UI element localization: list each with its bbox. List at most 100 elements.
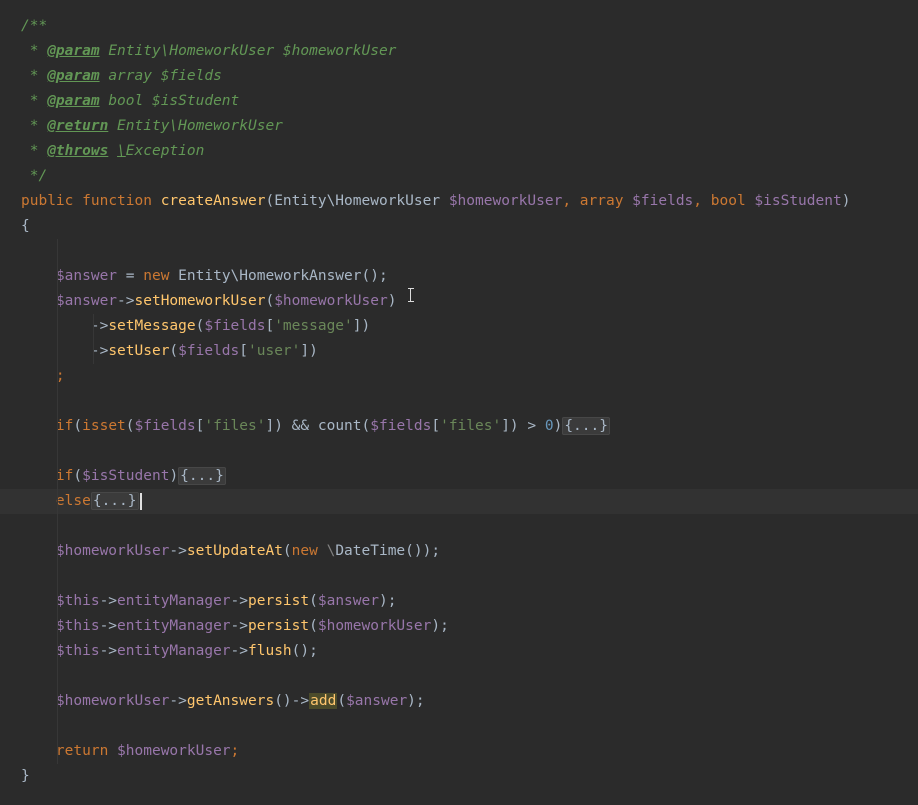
code-line[interactable]: $this->entityManager->persist($homeworkU… [0, 614, 918, 639]
code-line[interactable]: { [0, 214, 918, 239]
paren: ( [73, 468, 83, 484]
code-line-empty[interactable] [0, 664, 918, 689]
arrow: -> [169, 543, 187, 559]
code-line-empty[interactable] [0, 439, 918, 464]
code-line[interactable]: * @param bool $isStudent [0, 89, 918, 114]
paren: ()); [405, 543, 441, 559]
kw-public: public [21, 193, 74, 209]
doc-param-text: bool $isStudent [99, 93, 240, 109]
bracket: [ [239, 343, 248, 359]
paren: ) [387, 293, 397, 309]
code-line[interactable]: * @param Entity\HomeworkUser $homeworkUs… [0, 39, 918, 64]
code-editor[interactable]: /** * @param Entity\HomeworkUser $homewo… [0, 14, 918, 789]
indent-guide [57, 389, 58, 414]
variable: $answer [55, 268, 118, 284]
code-line[interactable]: /** [0, 14, 918, 39]
kw-else: else [55, 493, 91, 509]
code-line[interactable]: * @param array $fields [0, 64, 918, 89]
variable: $homeworkUser [55, 693, 170, 709]
variable: $fields [204, 318, 266, 334]
arrow: -> [230, 593, 249, 609]
code-line-empty[interactable] [0, 389, 918, 414]
code-line[interactable]: return $homeworkUser; [0, 739, 918, 764]
class-name: DateTime [335, 543, 406, 559]
doc-param-text: array $fields [99, 68, 222, 84]
code-line-current[interactable]: else {...} [0, 489, 918, 514]
paren: ) [841, 193, 851, 209]
bracket: ]) [300, 343, 318, 359]
doc-close: */ [21, 168, 48, 184]
property: entityManager [117, 643, 231, 659]
code-line[interactable]: * @throws \Exception [0, 139, 918, 164]
number: 0 [544, 418, 554, 434]
doc-star: * [21, 68, 48, 84]
bracket: ]) [352, 318, 371, 334]
folded-region[interactable]: {...} [90, 492, 139, 510]
indent-guide [57, 239, 58, 264]
method: setUpdateAt [186, 543, 283, 559]
code-line-empty[interactable] [0, 564, 918, 589]
code-line[interactable]: */ [0, 164, 918, 189]
class-name: Entity\HomeworkAnswer(); [169, 268, 388, 284]
paren: ( [361, 418, 371, 434]
variable: $fields [178, 343, 240, 359]
code-line[interactable]: } [0, 764, 918, 789]
code-line[interactable]: $homeworkUser->getAnswers()->add($answer… [0, 689, 918, 714]
doc-star: * [21, 93, 48, 109]
property: entityManager [117, 593, 231, 609]
kw-new: new [291, 543, 318, 559]
comma: , [693, 193, 711, 209]
doc-param-text: Entity\HomeworkUser $homeworkUser [99, 43, 397, 59]
text-caret [139, 492, 142, 510]
comma: , [562, 193, 580, 209]
arrow: -> [99, 643, 118, 659]
namespace-slash: \ [317, 543, 336, 559]
code-line-empty[interactable] [0, 514, 918, 539]
doc-open: /** [21, 18, 48, 34]
doc-return-tag: @return [47, 118, 109, 134]
param-type: bool [710, 193, 746, 209]
arrow: -> [169, 693, 187, 709]
code-line[interactable]: * @return Entity\HomeworkUser [0, 114, 918, 139]
code-line-signature[interactable]: public function createAnswer(Entity\Home… [0, 189, 918, 214]
string: 'files' [440, 418, 502, 434]
code-line[interactable]: ->setUser($fields['user']) [0, 339, 918, 364]
code-line[interactable]: $answer = new Entity\HomeworkAnswer(); [0, 264, 918, 289]
indent-guide [57, 664, 58, 689]
code-line[interactable]: ; [0, 364, 918, 389]
code-line[interactable]: if(isset($fields['files']) && count($fie… [0, 414, 918, 439]
folded-region[interactable]: {...} [178, 467, 226, 485]
method: persist [248, 593, 310, 609]
code-line[interactable]: $homeworkUser->setUpdateAt(new \DateTime… [0, 539, 918, 564]
code-line[interactable]: ->setMessage($fields['message']) [0, 314, 918, 339]
code-line[interactable]: $answer->setHomeworkUser($homeworkUser) [0, 289, 918, 314]
doc-star: * [21, 118, 48, 134]
bracket: [ [431, 418, 441, 434]
method: getAnswers [186, 693, 275, 709]
code-line-empty[interactable] [0, 239, 918, 264]
folded-region[interactable]: {...} [562, 417, 610, 435]
string: 'user' [248, 343, 301, 359]
brace-open: { [21, 218, 30, 234]
arrow: -> [99, 618, 118, 634]
doc-param-tag: @param [47, 43, 100, 59]
kw-if: if [55, 418, 74, 434]
indent-guide [57, 589, 58, 614]
code-line[interactable]: $this->entityManager->flush(); [0, 639, 918, 664]
doc-throws-space [108, 143, 117, 159]
code-line[interactable]: $this->entityManager->persist($answer); [0, 589, 918, 614]
variable: $answer [55, 293, 118, 309]
doc-star: * [21, 43, 48, 59]
code-line[interactable]: if($isStudent) {...} [0, 464, 918, 489]
indent-guide [93, 339, 94, 364]
paren: ( [73, 418, 83, 434]
code-line-empty[interactable] [0, 714, 918, 739]
indent-guide [93, 314, 94, 339]
paren: ( [265, 293, 275, 309]
